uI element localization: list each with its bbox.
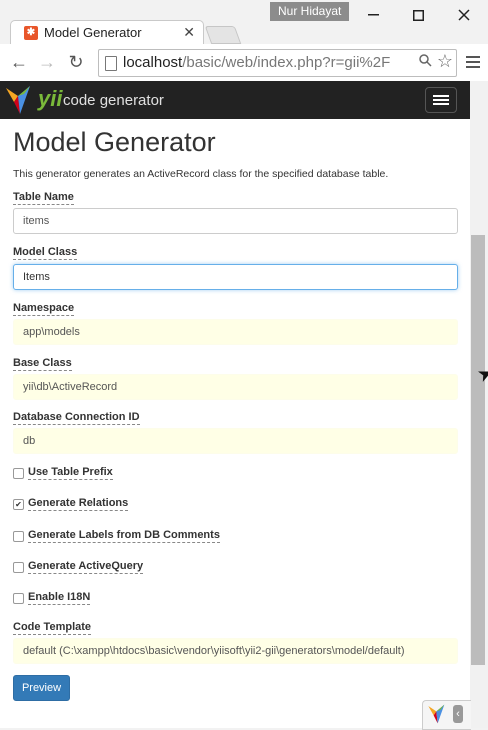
url-path: /basic/web/index.php?r=gii%2F [182, 54, 391, 71]
use-table-prefix-label: Use Table Prefix [28, 466, 113, 480]
window-titlebar: Nur Hidayat ✱ Model Generator ✕ [0, 0, 488, 45]
minimize-icon[interactable] [358, 4, 388, 26]
reload-icon[interactable]: ↻ [65, 52, 87, 74]
new-tab-button[interactable] [204, 26, 242, 44]
namespace-label: Namespace [13, 302, 75, 316]
generate-activequery-label: Generate ActiveQuery [28, 560, 144, 574]
yii-debug-logo-icon[interactable] [427, 703, 447, 725]
browser-toolbar: ← → ↻ localhost/basic/web/index.php?r=gi… [0, 44, 488, 82]
base-class-input[interactable] [13, 374, 458, 400]
use-table-prefix-option[interactable]: Use Table Prefix [13, 466, 113, 480]
search-icon[interactable] [419, 54, 432, 70]
model-class-input[interactable] [13, 264, 458, 290]
page-title: Model Generator [13, 127, 216, 157]
tab-close-icon[interactable]: ✕ [183, 24, 195, 41]
close-window-icon[interactable] [449, 4, 479, 26]
url-text[interactable]: localhost/basic/web/index.php?r=gii%2F [123, 54, 413, 71]
generate-labels-option[interactable]: Generate Labels from DB Comments [13, 529, 220, 543]
generate-activequery-option[interactable]: Generate ActiveQuery [13, 560, 144, 574]
generate-labels-checkbox[interactable] [13, 530, 24, 542]
navbar-toggle-button[interactable] [425, 87, 457, 113]
generate-activequery-checkbox[interactable] [13, 561, 24, 573]
yii-logo-icon[interactable] [4, 84, 34, 116]
generate-relations-option[interactable]: ✔ Generate Relations [13, 497, 129, 511]
base-class-label: Base Class [13, 357, 72, 371]
enable-i18n-option[interactable]: Enable I18N [13, 591, 91, 605]
generate-relations-checkbox[interactable]: ✔ [13, 498, 24, 510]
namespace-input[interactable] [13, 319, 458, 345]
address-bar[interactable]: localhost/basic/web/index.php?r=gii%2F ☆ [98, 49, 457, 77]
page-description: This generator generates an ActiveRecord… [13, 168, 389, 180]
preview-button[interactable]: Preview [13, 675, 70, 701]
enable-i18n-checkbox[interactable] [13, 592, 24, 604]
code-template-label: Code Template [13, 621, 92, 635]
page-content: yii code generator Model Generator This … [0, 81, 470, 728]
db-connection-label: Database Connection ID [13, 411, 140, 425]
debug-toolbar[interactable]: ‹ [422, 700, 471, 730]
tab-title: Model Generator [44, 25, 142, 40]
brand-yii[interactable]: yii [38, 86, 62, 112]
table-name-input[interactable] [13, 208, 458, 234]
code-template-select[interactable] [13, 638, 458, 664]
browser-tab[interactable]: ✱ Model Generator ✕ [10, 20, 204, 45]
enable-i18n-label: Enable I18N [28, 591, 91, 605]
generate-labels-label: Generate Labels from DB Comments [28, 529, 220, 543]
bookmark-star-icon[interactable]: ☆ [437, 51, 453, 72]
debug-toggle-icon[interactable]: ‹ [453, 705, 463, 723]
scrollbar-thumb[interactable] [471, 235, 485, 665]
page-icon [105, 56, 117, 71]
brand-text[interactable]: code generator [63, 92, 164, 109]
browser-menu-icon[interactable] [466, 56, 480, 71]
top-navbar: yii code generator [0, 81, 470, 119]
model-class-label: Model Class [13, 246, 78, 260]
generate-relations-label: Generate Relations [28, 497, 129, 511]
maximize-icon[interactable] [403, 4, 433, 26]
page-scrollbar[interactable] [470, 81, 488, 728]
back-arrow-icon[interactable]: ← [8, 52, 30, 74]
url-host: localhost [123, 54, 183, 71]
table-name-label: Table Name [13, 191, 74, 205]
favicon-icon: ✱ [24, 26, 38, 40]
forward-arrow-icon[interactable]: → [36, 52, 58, 74]
user-badge: Nur Hidayat [270, 2, 350, 21]
db-connection-input[interactable] [13, 428, 458, 454]
use-table-prefix-checkbox[interactable] [13, 467, 24, 479]
